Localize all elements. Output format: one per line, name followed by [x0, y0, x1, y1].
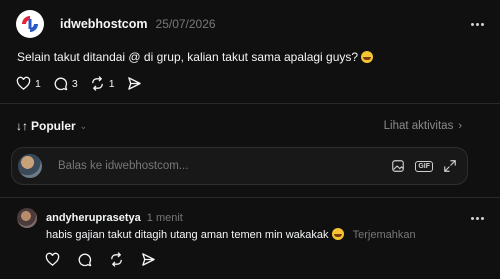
comment-timestamp: 1 menit — [146, 212, 183, 224]
chevron-down-icon[interactable]: ⌄ — [80, 121, 88, 132]
post-header: idwebhostcom 25/07/2026 — [16, 10, 484, 38]
comment-username[interactable]: andyheruprasetya — [46, 212, 141, 224]
divider — [0, 197, 500, 198]
comment-count: 3 — [71, 77, 78, 90]
reply-input[interactable]: Balas ke idwebhostcom... — [58, 160, 188, 172]
comment-icon — [54, 77, 68, 91]
sort-icon[interactable]: ↓↑ — [16, 119, 28, 133]
post-timestamp[interactable]: 25/07/2026 — [156, 17, 216, 31]
divider — [0, 103, 500, 104]
share-icon — [127, 77, 141, 90]
sort-row: ↓↑ Populer ⌄ Lihat aktivitas › — [16, 118, 462, 134]
chevron-right-icon[interactable]: › — [458, 120, 462, 132]
post-text: Selain takut ditandai @ di grup, kalian … — [17, 50, 374, 64]
heart-icon[interactable] — [45, 252, 60, 267]
comment-header: andyheruprasetya 1 menit — [17, 208, 484, 228]
share-icon[interactable] — [141, 252, 156, 267]
repost-icon[interactable] — [109, 252, 124, 267]
post-text-content: Selain takut ditandai @ di grup, kalian … — [17, 50, 359, 64]
repost-count: 1 — [108, 77, 115, 90]
comment-button[interactable]: 3 — [53, 76, 78, 91]
like-count: 1 — [35, 77, 41, 90]
more-icon[interactable] — [471, 22, 484, 26]
gif-icon[interactable]: GIF — [415, 160, 433, 172]
avatar[interactable] — [17, 208, 37, 228]
expand-icon[interactable] — [443, 159, 457, 173]
comment-text-content: habis gajian takut ditagih utang aman te… — [46, 229, 329, 241]
like-button[interactable]: 1 — [16, 76, 41, 91]
repost-icon — [91, 76, 103, 91]
heart-icon — [16, 76, 31, 90]
post-username[interactable]: idwebhostcom — [60, 17, 148, 31]
comment-icon[interactable] — [77, 252, 92, 267]
repost-button[interactable]: 1 — [90, 76, 115, 91]
avatar — [18, 154, 42, 178]
emoji-icon — [361, 51, 374, 63]
share-button[interactable] — [127, 76, 142, 91]
post-actions: 1 3 1 — [16, 76, 154, 91]
emoji-icon — [331, 228, 344, 240]
comment-actions — [45, 252, 156, 267]
more-icon[interactable] — [471, 216, 484, 220]
logo-icon[interactable] — [16, 10, 44, 38]
reply-box[interactable]: Balas ke idwebhostcom... GIF — [11, 147, 468, 185]
sort-dropdown[interactable]: Populer — [31, 119, 76, 133]
comment-text: habis gajian takut ditagih utang aman te… — [46, 228, 416, 241]
view-activity-link[interactable]: Lihat aktivitas — [384, 120, 454, 132]
image-icon[interactable] — [391, 159, 405, 173]
reply-tools: GIF — [391, 159, 457, 173]
translate-link[interactable]: Terjemahkan — [353, 229, 416, 241]
